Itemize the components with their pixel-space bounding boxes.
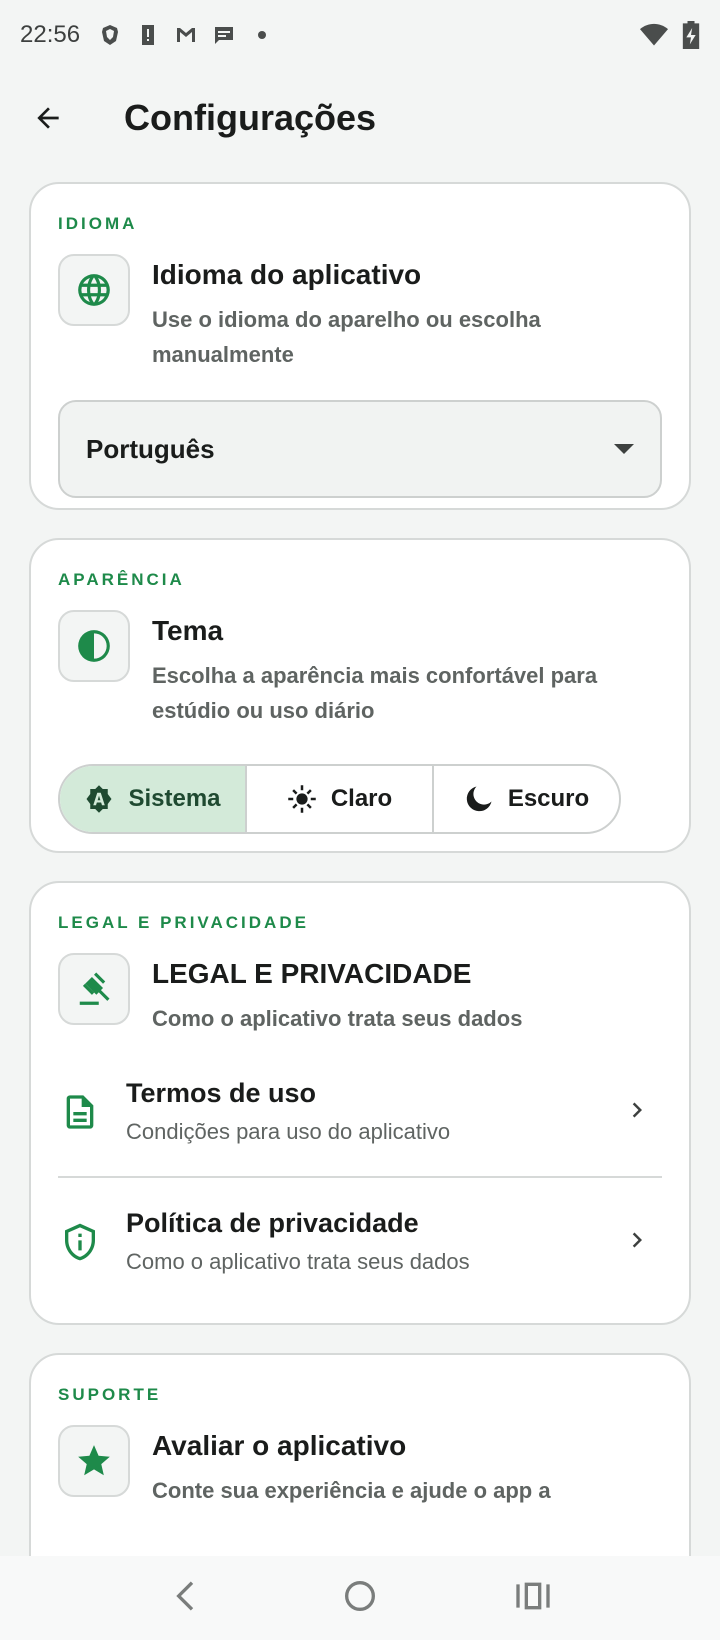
status-system-icons: [640, 21, 700, 49]
language-dropdown[interactable]: Português: [58, 400, 662, 498]
theme-option-dark-label: Escuro: [507, 785, 590, 812]
chevron-right-icon: [632, 1232, 642, 1247]
brave-icon: [102, 25, 119, 45]
status-time: 22:56: [20, 21, 81, 48]
shield-info-icon: [65, 1223, 95, 1261]
nav-home-button[interactable]: [340, 1576, 380, 1621]
chevron-right-icon: [632, 1102, 642, 1117]
app-bar: Configurações: [0, 76, 720, 160]
nav-home-icon: [344, 1580, 375, 1611]
appearance-card: APARÊNCIA Tema Escolha a aparência mais …: [29, 538, 691, 853]
rate-app-row[interactable]: Avaliar o aplicativo Conte sua experiênc…: [58, 1425, 662, 1508]
language-subtitle: Use o idioma do aparelho ou escolha manu…: [152, 307, 541, 367]
nav-recents-icon: [516, 1582, 550, 1609]
section-label-support: SUPORTE: [58, 1385, 162, 1404]
theme-title: Tema: [152, 615, 224, 646]
theme-option-light-label: Claro: [330, 785, 393, 812]
gavel-icon: [79, 972, 110, 1005]
legal-header: LEGAL E PRIVACIDADE Como o aplicativo tr…: [58, 953, 662, 1036]
privacy-policy-title: Política de privacidade: [126, 1208, 419, 1238]
globe-icon: [78, 274, 110, 306]
theme-option-light[interactable]: Claro: [247, 766, 434, 832]
rate-app-subtitle: Conte sua experiência e ajude o app a: [152, 1478, 551, 1503]
battery-charging-icon: [682, 21, 700, 49]
language-header: Idioma do aplicativo Use o idioma do apa…: [58, 254, 662, 372]
auto-theme-icon: [86, 785, 112, 813]
privacy-policy-subtitle: Como o aplicativo trata seus dados: [126, 1249, 470, 1274]
language-title: Idioma do aplicativo: [152, 259, 422, 290]
status-notification-icons: [98, 23, 274, 47]
language-card: IDIOMA Idioma do aplicativo Use o idioma…: [29, 182, 691, 510]
language-selected-value: Português: [86, 433, 215, 464]
dot-icon: [258, 31, 267, 39]
theme-segmented-control: Sistema Claro Escuro: [58, 764, 621, 834]
terms-of-use-subtitle: Condições para uso do aplicativo: [126, 1119, 451, 1144]
contrast-icon: [78, 630, 110, 662]
moon-icon: [466, 786, 492, 812]
theme-option-system-label: Sistema: [128, 785, 221, 812]
legal-card: LEGAL E PRIVACIDADE LEGAL E PRIVACIDADE …: [29, 881, 691, 1325]
rate-icon-box: [58, 1425, 130, 1497]
theme-icon-box: [58, 610, 130, 682]
nav-recents-button[interactable]: [513, 1576, 553, 1621]
legal-title: LEGAL E PRIVACIDADE: [152, 958, 472, 989]
section-label-appearance: APARÊNCIA: [58, 570, 185, 589]
language-icon-box: [58, 254, 130, 326]
privacy-policy-row[interactable]: Política de privacidade Como o aplicativ…: [58, 1178, 662, 1306]
theme-header: Tema Escolha a aparência mais confortáve…: [58, 610, 662, 728]
theme-option-system[interactable]: Sistema: [60, 766, 247, 832]
theme-subtitle: Escolha a aparência mais confortável par…: [152, 663, 598, 723]
gmail-icon: [177, 28, 196, 42]
rate-app-title: Avaliar o aplicativo: [152, 1430, 407, 1461]
back-button[interactable]: [20, 90, 76, 146]
sun-icon: [288, 785, 316, 813]
nav-back-icon: [175, 1580, 193, 1611]
nav-back-button[interactable]: [167, 1576, 207, 1621]
section-label-legal: LEGAL E PRIVACIDADE: [58, 913, 309, 932]
document-icon: [66, 1095, 94, 1129]
theme-option-dark[interactable]: Escuro: [434, 766, 619, 832]
section-label-language: IDIOMA: [58, 214, 138, 233]
page-title: Configurações: [124, 97, 377, 138]
terms-of-use-row[interactable]: Termos de uso Condições para uso do apli…: [58, 1048, 662, 1176]
arrow-back-icon: [37, 107, 59, 129]
terms-of-use-title: Termos de uso: [126, 1078, 317, 1108]
system-navigation-bar: [0, 1556, 720, 1640]
status-bar: 22:56: [0, 0, 720, 70]
message-icon: [215, 27, 234, 44]
dropdown-arrow-icon: [614, 444, 634, 454]
legal-subtitle: Como o aplicativo trata seus dados: [152, 1006, 523, 1031]
alert-icon: [142, 25, 155, 45]
legal-icon-box: [58, 953, 130, 1025]
star-icon: [78, 1445, 110, 1476]
wifi-icon: [640, 23, 668, 46]
